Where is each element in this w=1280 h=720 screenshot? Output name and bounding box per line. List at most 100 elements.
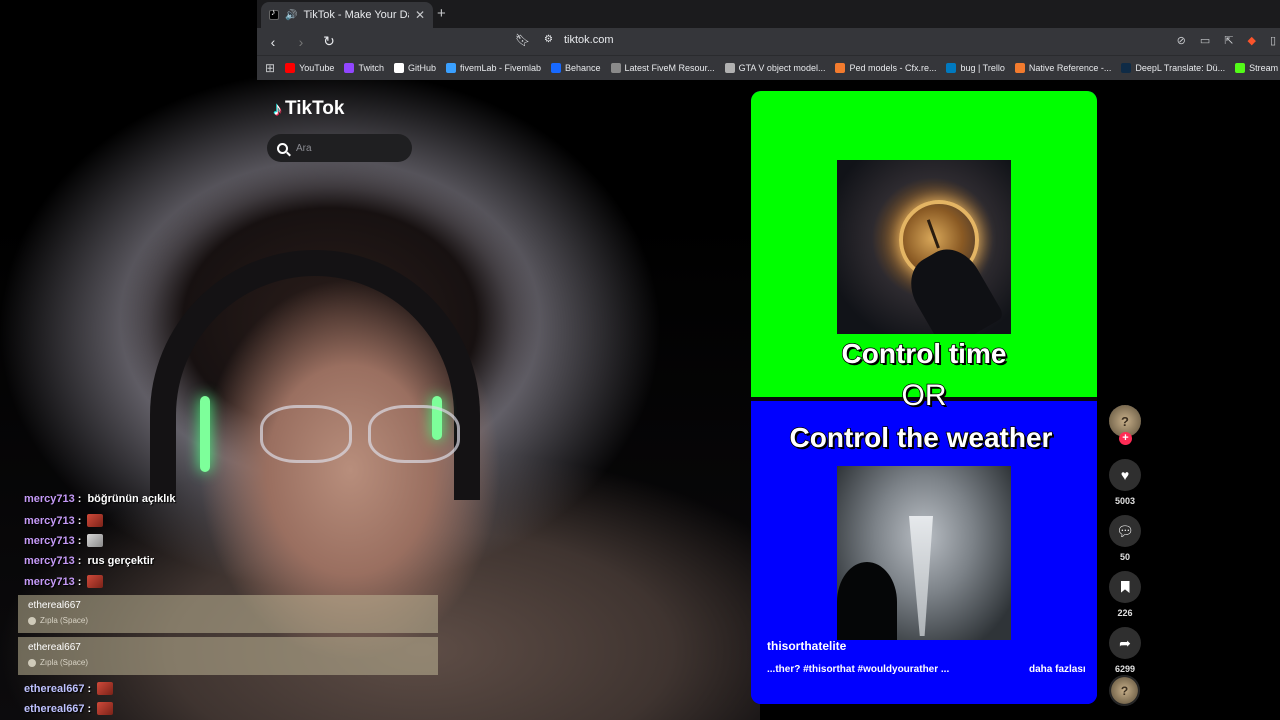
bookmark-favicon-icon	[835, 63, 846, 73]
tab-tiktok[interactable]: 🔊 TikTok - Make Your Day ✕	[261, 2, 433, 28]
share-icon[interactable]: ⇱	[1224, 34, 1233, 47]
emote-icon	[87, 575, 104, 588]
chat-username[interactable]: ethereal667	[24, 703, 85, 715]
bookmark-page-icon[interactable]: 🔖︎	[515, 33, 530, 47]
search-box[interactable]	[267, 134, 412, 162]
chat-message: mercy713 : böğrünün açıklık	[24, 493, 175, 505]
bookmark-label: GitHub	[407, 63, 436, 73]
bookmark-favicon-icon	[724, 63, 735, 73]
bookmark-item[interactable]: fivemLab - Fivemlab	[445, 63, 541, 73]
chat-separator: :	[87, 682, 92, 695]
chat-highlight-box: ethereal667 Zıpla (Space)	[18, 595, 438, 633]
action-icon	[28, 616, 36, 625]
chat-separator: :	[77, 514, 82, 527]
tornado-funnel	[909, 516, 933, 636]
speaker-icon[interactable]: 🔊	[285, 10, 297, 21]
forward-icon[interactable]: ›	[293, 34, 309, 50]
chat-box-username: ethereal667	[28, 600, 81, 611]
like-count: 5003	[1114, 496, 1136, 506]
search-icon[interactable]	[277, 142, 288, 154]
chat-message: mercy713 :	[24, 575, 104, 588]
chat-username[interactable]: mercy713	[24, 515, 75, 527]
video-player[interactable]: Control time OR Control the weather this…	[751, 91, 1097, 704]
emote-icon	[87, 514, 104, 527]
chat-separator: :	[77, 575, 82, 588]
bookmarks-bar: ⊞ YouTube Twitch GitHub fivemLab - Fivemlab…	[257, 55, 1280, 80]
toolbar: ‹ › ↻ 🔖︎ ⚙︎ tiktok.com ⊘ ▭ ⇱ ◆ ▯	[257, 28, 1280, 55]
sidebar-icon[interactable]: ▯	[1270, 34, 1276, 47]
comment-count: 50	[1119, 552, 1130, 562]
emote-icon	[97, 702, 114, 715]
chat-username[interactable]: ethereal667	[24, 683, 85, 695]
chat-highlight-box: ethereal667 Zıpla (Space)	[18, 637, 438, 675]
follow-plus-icon[interactable]: +	[1119, 432, 1132, 445]
chat-text: böğrünün açıklık	[87, 493, 176, 505]
creator-avatar[interactable]: ? +	[1109, 405, 1141, 445]
chat-text: rus gerçektir	[87, 555, 155, 567]
music-disc-icon[interactable]: ?	[1109, 675, 1140, 706]
site-info-icon[interactable]: ⚙︎	[544, 34, 553, 45]
chat-message: ethereal667 :	[24, 702, 114, 715]
tab-title: TikTok - Make Your Day	[303, 9, 409, 21]
tiktok-favicon-icon	[269, 7, 279, 20]
stream-frame: 🔊 TikTok - Make Your Day ✕ + ‹ › ↻ 🔖︎ ⚙︎…	[0, 0, 1280, 720]
bookmark-item[interactable]: Latest FiveM Resour...	[610, 63, 715, 73]
headset-led-left	[200, 396, 210, 472]
bookmark-favicon-icon	[1014, 63, 1025, 73]
chat-box-subtext-label: Zıpla (Space)	[40, 616, 89, 625]
bookmark-label: Behance	[565, 63, 601, 73]
bookmark-label: GTA V object model...	[738, 63, 826, 73]
emote-icon	[87, 534, 104, 547]
apps-grid-icon[interactable]: ⊞	[265, 61, 275, 75]
bookmark-favicon-icon	[344, 63, 355, 73]
bookmark-item[interactable]: Native Reference -...	[1014, 63, 1111, 73]
trees-silhouette	[837, 562, 897, 640]
chat-separator: :	[77, 555, 82, 567]
more-button[interactable]: daha fazlası	[1029, 664, 1086, 675]
translate-icon[interactable]: ⊘	[1177, 34, 1186, 47]
bookmark-label: Twitch	[358, 63, 384, 73]
video-author[interactable]: thisorthatelite	[767, 639, 846, 653]
bookmark-item[interactable]: GTA V object model...	[724, 63, 826, 73]
bookmark-favicon-icon	[1235, 63, 1246, 73]
chat-username[interactable]: mercy713	[24, 576, 75, 588]
bookmark-item[interactable]: GitHub	[393, 63, 436, 73]
save-button[interactable]	[1109, 571, 1141, 603]
save-count: 226	[1117, 608, 1133, 618]
share-button[interactable]: ➦	[1109, 627, 1141, 659]
like-button[interactable]: ♥	[1109, 459, 1141, 491]
cast-icon[interactable]: ▭	[1200, 34, 1210, 47]
bookmark-item[interactable]: Twitch	[344, 63, 384, 73]
glasses	[260, 405, 460, 465]
address-bar[interactable]: tiktok.com	[564, 34, 614, 46]
close-icon[interactable]: ✕	[415, 8, 425, 22]
bookmark-item[interactable]: Ped models - Cfx.re...	[835, 63, 936, 73]
chat-separator: :	[87, 702, 92, 715]
browser-window: 🔊 TikTok - Make Your Day ✕ + ‹ › ↻ 🔖︎ ⚙︎…	[257, 0, 1280, 80]
bookmark-label: DeepL Translate: Dü...	[1135, 63, 1226, 73]
bookmark-favicon-icon	[393, 63, 404, 73]
bookmark-item[interactable]: Stream - Kick	[1235, 63, 1280, 73]
tiktok-logo[interactable]: ♪ TikTok	[273, 98, 344, 120]
bookmark-item[interactable]: YouTube	[285, 63, 334, 73]
bookmark-item[interactable]: bug | Trello	[946, 63, 1005, 73]
chat-username[interactable]: mercy713	[24, 555, 75, 567]
back-icon[interactable]: ‹	[265, 34, 281, 50]
chat-separator: :	[77, 493, 82, 505]
toolbar-right: ⊘ ▭ ⇱ ◆ ▯	[1177, 34, 1276, 47]
plus-icon[interactable]: +	[437, 5, 446, 22]
reload-icon[interactable]: ↻	[321, 33, 337, 50]
or-text: OR	[901, 378, 948, 413]
search-input[interactable]	[296, 142, 396, 154]
chat-box-subtext: Zıpla (Space)	[28, 658, 428, 667]
bookmark-item[interactable]: DeepL Translate: Dü...	[1121, 63, 1225, 73]
brave-shield-icon[interactable]: ◆	[1247, 34, 1255, 47]
tornado-image	[837, 466, 1011, 640]
bookmark-label: Ped models - Cfx.re...	[849, 63, 937, 73]
bookmark-favicon-icon	[285, 63, 296, 73]
comment-button[interactable]: 💬︎	[1109, 515, 1141, 547]
chat-username[interactable]: mercy713	[24, 535, 75, 547]
chat-message: mercy713 :	[24, 534, 104, 547]
bookmark-item[interactable]: Behance	[551, 63, 601, 73]
chat-username[interactable]: mercy713	[24, 493, 75, 505]
